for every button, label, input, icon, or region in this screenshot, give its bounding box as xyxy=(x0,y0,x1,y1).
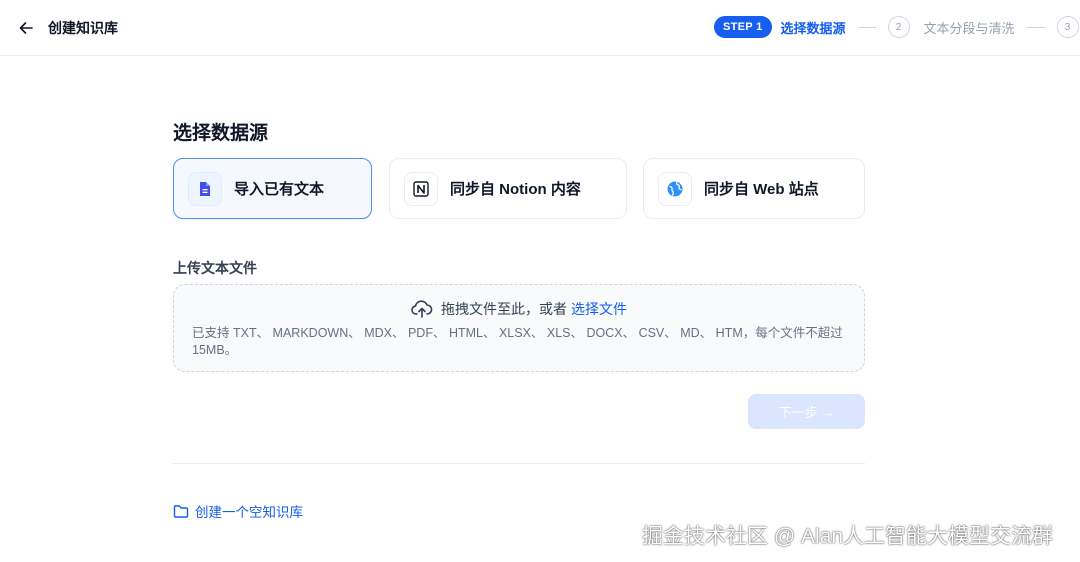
source-card-web[interactable]: 同步自 Web 站点 xyxy=(643,158,865,219)
stepper: STEP 1 选择数据源 2 文本分段与清洗 3 xyxy=(714,16,1079,38)
source-card-label: 同步自 Web 站点 xyxy=(704,181,819,198)
source-card-label: 导入已有文本 xyxy=(234,181,325,198)
step-2-badge: 2 xyxy=(887,16,910,38)
select-file-link[interactable]: 选择文件 xyxy=(571,299,627,319)
source-card-label: 同步自 Notion 内容 xyxy=(450,181,581,198)
create-empty-knowledge-base-link[interactable]: 创建一个空知识库 xyxy=(173,501,303,521)
globe-icon xyxy=(658,171,692,206)
drag-text: 拖拽文件至此，或者 xyxy=(441,301,567,317)
step-separator xyxy=(857,26,876,28)
upload-title: 上传文本文件 xyxy=(173,260,257,276)
file-text-icon xyxy=(188,171,222,206)
page-title: 创建知识库 xyxy=(48,20,118,36)
create-empty-label: 创建一个空知识库 xyxy=(195,505,303,520)
notion-icon xyxy=(404,171,438,206)
file-dropzone[interactable]: 拖拽文件至此，或者 选择文件 已支持 TXT、 MARKDOWN、 MDX、 P… xyxy=(173,284,865,372)
section-title: 选择数据源 xyxy=(173,123,269,144)
source-card-notion[interactable]: 同步自 Notion 内容 xyxy=(389,158,627,219)
cloud-upload-icon xyxy=(411,300,433,318)
top-bar: 创建知识库 STEP 1 选择数据源 2 文本分段与清洗 3 xyxy=(0,0,1080,56)
divider xyxy=(173,463,865,464)
step-3-badge: 3 xyxy=(1056,16,1079,38)
source-card-import-text[interactable]: 导入已有文本 xyxy=(173,158,372,219)
watermark: 掘金技术社区 @ Alan人工智能大模型交流群 xyxy=(642,525,1054,548)
back-arrow-icon[interactable] xyxy=(14,16,38,40)
drop-instruction: 拖拽文件至此，或者 选择文件 xyxy=(174,299,864,319)
step-2-label: 文本分段与清洗 xyxy=(923,20,1015,36)
folder-icon xyxy=(173,504,189,518)
supported-formats-hint: 已支持 TXT、 MARKDOWN、 MDX、 PDF、 HTML、 XLSX、… xyxy=(192,326,843,357)
step-1-label: 选择数据源 xyxy=(780,20,846,36)
step-separator xyxy=(1026,26,1045,28)
step-1-badge: STEP 1 xyxy=(714,16,772,38)
next-step-button[interactable]: 下一步 → xyxy=(748,394,865,429)
